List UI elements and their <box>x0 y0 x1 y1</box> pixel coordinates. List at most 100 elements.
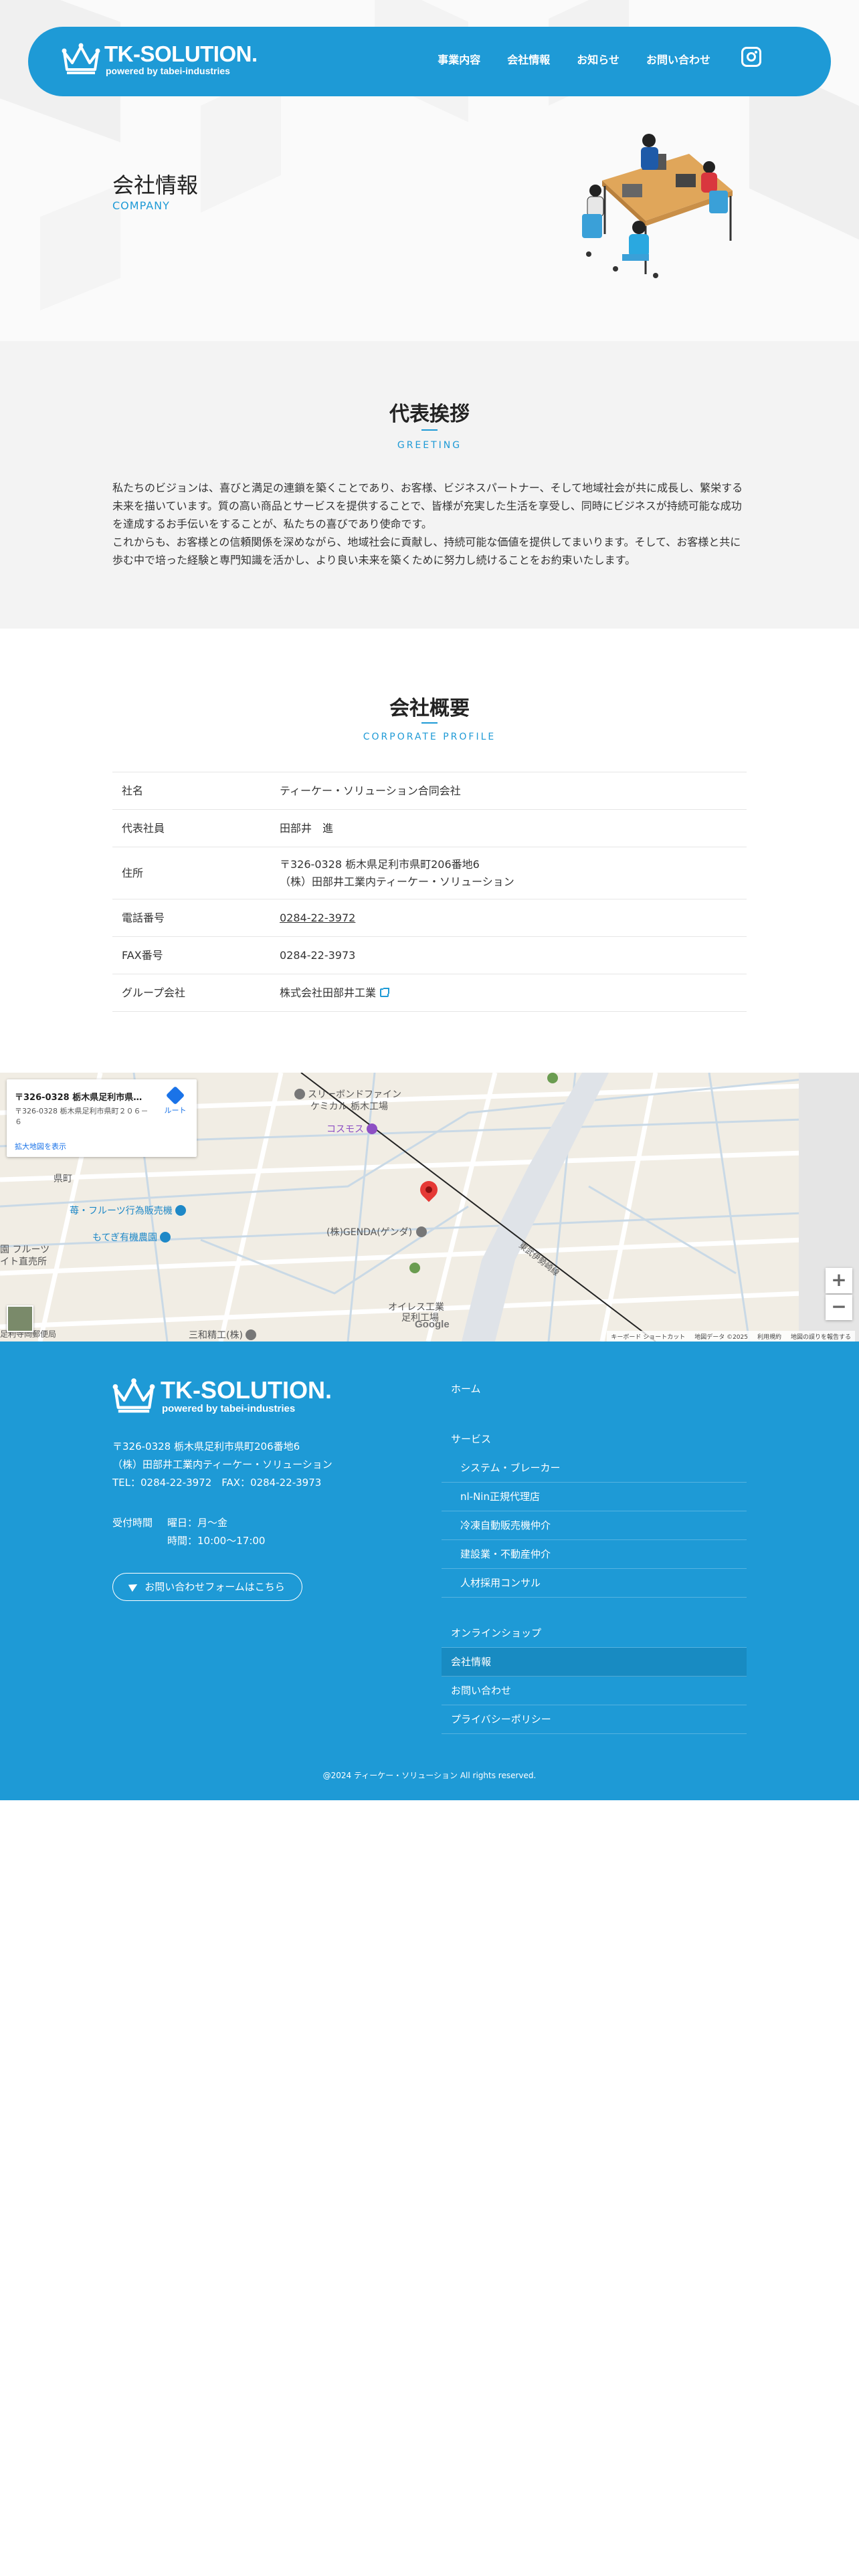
footer-address: 〒326-0328 栃木県足利市県町206番地6 （株）田部井工業内ティーケー・… <box>112 1438 332 1492</box>
google-logo: Google <box>415 1319 450 1330</box>
shop-icon <box>160 1232 171 1243</box>
footer-nav-service-item[interactable]: 冷凍自動販売機仲介 <box>442 1511 747 1540</box>
logo-name: TK-SOLUTION. <box>104 41 258 66</box>
address-line: （株）田部井工業内ティーケー・ソリューション <box>112 1459 332 1471</box>
crown-icon <box>112 1378 155 1413</box>
map-card-address: 〒326-0328 栃木県足利市県町２０６－６ <box>15 1107 149 1126</box>
nav-services[interactable]: 事業内容 <box>438 51 480 67</box>
poi-icon <box>294 1089 305 1099</box>
map-poi-label: (株)GENDA(ゲンダ) <box>326 1225 430 1239</box>
group-company-link[interactable]: 株式会社田部井工業 <box>280 986 376 999</box>
title-underline <box>421 722 438 724</box>
map-card-title: 〒326-0328 栃木県足利市県町... <box>15 1093 149 1103</box>
footer-nav-services[interactable]: サービス <box>442 1425 747 1454</box>
map-poi-label: もてぎ有機農園 <box>92 1230 173 1244</box>
row-label: 住所 <box>112 847 270 899</box>
profile-subtitle: CORPORATE PROFILE <box>363 732 496 742</box>
poi-icon <box>245 1329 256 1340</box>
site-footer: TK-SOLUTION. powered by tabei-industries… <box>0 1341 859 1800</box>
logo-tagline: powered by tabei-industries <box>106 66 230 76</box>
footer-nav-home[interactable]: ホーム <box>442 1375 747 1404</box>
map-poi-label: コスモス <box>326 1122 380 1136</box>
instagram-icon[interactable] <box>741 47 761 67</box>
row-label: FAX番号 <box>112 936 270 974</box>
shop-icon <box>175 1205 186 1216</box>
enlarge-map-link[interactable]: 拡大地図を表示 <box>15 1141 66 1152</box>
row-value: ティーケー・ソリューション合同会社 <box>270 772 747 810</box>
office-meeting-illustration <box>582 134 733 278</box>
keyboard-shortcuts-link[interactable]: キーボード ショートカット <box>611 1332 685 1341</box>
hours-label: 受付時間 <box>112 1517 153 1529</box>
row-label: グループ会社 <box>112 974 270 1012</box>
zoom-in-button[interactable]: + <box>826 1268 852 1293</box>
footer-nav-service-item[interactable]: nl-Nin正規代理店 <box>442 1483 747 1511</box>
terms-link[interactable]: 利用規約 <box>757 1332 781 1341</box>
profile-table: 社名 ティーケー・ソリューション合同会社 代表社員 田部井 進 住所 〒326-… <box>112 772 747 1012</box>
external-link-icon <box>380 987 390 997</box>
poi-icon <box>416 1226 427 1237</box>
directions-button[interactable]: ルート <box>162 1085 189 1115</box>
nav-company[interactable]: 会社情報 <box>507 51 550 67</box>
profile-title: 会社概要 <box>389 697 470 720</box>
greeting-text: 私たちのビジョンは、喜びと満足の連鎖を築くことであり、お客様、ビジネスパートナー… <box>112 481 743 566</box>
hero-section: TK-SOLUTION. powered by tabei-industries… <box>0 0 859 341</box>
crown-icon <box>62 43 100 74</box>
title-underline <box>421 429 438 431</box>
phone-link[interactable]: 0284-22-3972 <box>280 911 355 924</box>
row-value: 〒326-0328 栃木県足利市県町206番地6 （株）田部井工業内ティーケー・… <box>270 847 747 899</box>
contact-form-button[interactable]: お問い合わせフォームはこちら <box>112 1573 302 1601</box>
bg-shape <box>40 184 120 311</box>
map-poi-label: スリーボンドファイン <box>294 1087 401 1101</box>
map-info-card: 〒326-0328 栃木県足利市県町... 〒326-0328 栃木県足利市県町… <box>7 1079 197 1157</box>
greeting-title: 代表挨拶 <box>389 403 470 426</box>
row-label: 代表社員 <box>112 809 270 847</box>
hours-days: 曜日：月〜金 <box>167 1517 228 1529</box>
greeting-section: 代表挨拶 GREETING 私たちのビジョンは、喜びと満足の連鎖を築くことであり… <box>0 341 859 629</box>
map-attribution: キーボード ショートカット 地図データ ©2025 利用規約 地図の誤りを報告す… <box>607 1331 855 1341</box>
copyright: @2024 ティーケー・ソリューション All rights reserved. <box>322 1771 537 1780</box>
footer-nav: ホーム サービス システム・ブレーカー nl-Nin正規代理店 冷凍自動販売機仲… <box>442 1375 747 1734</box>
site-header: TK-SOLUTION. powered by tabei-industries… <box>28 27 831 96</box>
contact-numbers: TEL：0284-22-3972 FAX：0284-22-3973 <box>112 1477 322 1489</box>
footer-nav-online-shop[interactable]: オンラインショップ <box>442 1619 747 1648</box>
main-nav: 事業内容 会社情報 お知らせ お問い合わせ <box>438 51 710 67</box>
business-hours: 受付時間 曜日：月〜金 時間：10:00〜17:00 <box>112 1514 265 1550</box>
table-row: 住所 〒326-0328 栃木県足利市県町206番地6 （株）田部井工業内ティー… <box>112 847 747 899</box>
footer-nav-company[interactable]: 会社情報 <box>442 1648 747 1677</box>
map-poi-label: 三和精工(株) <box>189 1328 259 1341</box>
row-label: 社名 <box>112 772 270 810</box>
footer-nav-contact[interactable]: お問い合わせ <box>442 1677 747 1705</box>
footer-nav-service-item[interactable]: 建設業・不動産仲介 <box>442 1540 747 1569</box>
table-row: 電話番号 0284-22-3972 <box>112 899 747 937</box>
logo-name: TK-SOLUTION. <box>161 1376 332 1404</box>
logo-tagline: powered by tabei-industries <box>162 1403 296 1414</box>
page-subtitle: COMPANY <box>112 199 170 212</box>
hours-time: 時間：10:00〜17:00 <box>167 1535 266 1547</box>
nav-contact[interactable]: お問い合わせ <box>646 51 710 67</box>
satellite-toggle[interactable] <box>7 1305 33 1332</box>
table-row: FAX番号 0284-22-3973 <box>112 936 747 974</box>
footer-nav-service-item[interactable]: システム・ブレーカー <box>442 1454 747 1483</box>
address-line: 〒326-0328 栃木県足利市県町206番地6 <box>112 1440 300 1453</box>
google-map[interactable]: スリーボンドファイン ケミカル 栃木工場 コスモス (株)GENDA(ゲンダ) … <box>0 1073 859 1341</box>
row-value: 田部井 進 <box>270 809 747 847</box>
corporate-profile-section: 会社概要 CORPORATE PROFILE 社名 ティーケー・ソリューション合… <box>0 629 859 1073</box>
map-poi-label: ケミカル 栃木工場 <box>310 1101 389 1112</box>
row-label: 電話番号 <box>112 899 270 937</box>
directions-icon <box>165 1085 185 1105</box>
footer-logo[interactable]: TK-SOLUTION. powered by tabei-industries <box>112 1375 332 1422</box>
map-poi-label: 園 フルーツ <box>0 1245 50 1255</box>
site-logo[interactable]: TK-SOLUTION. powered by tabei-industries <box>62 40 258 83</box>
nav-news[interactable]: お知らせ <box>577 51 619 67</box>
report-error-link[interactable]: 地図の誤りを報告する <box>791 1332 851 1341</box>
footer-nav-service-item[interactable]: 人材採用コンサル <box>442 1569 747 1598</box>
shop-icon <box>367 1123 377 1134</box>
map-data-text: 地図データ ©2025 <box>694 1334 748 1341</box>
greeting-subtitle: GREETING <box>397 440 462 451</box>
zoom-out-button[interactable]: − <box>826 1295 852 1320</box>
map-poi-label: イト直売所 <box>0 1257 47 1267</box>
footer-nav-privacy[interactable]: プライバシーポリシー <box>442 1705 747 1734</box>
map-poi-label: 苺・フルーツ行為販売機 <box>70 1204 189 1217</box>
table-row: グループ会社 株式会社田部井工業 <box>112 974 747 1012</box>
row-value: 0284-22-3973 <box>270 936 747 974</box>
